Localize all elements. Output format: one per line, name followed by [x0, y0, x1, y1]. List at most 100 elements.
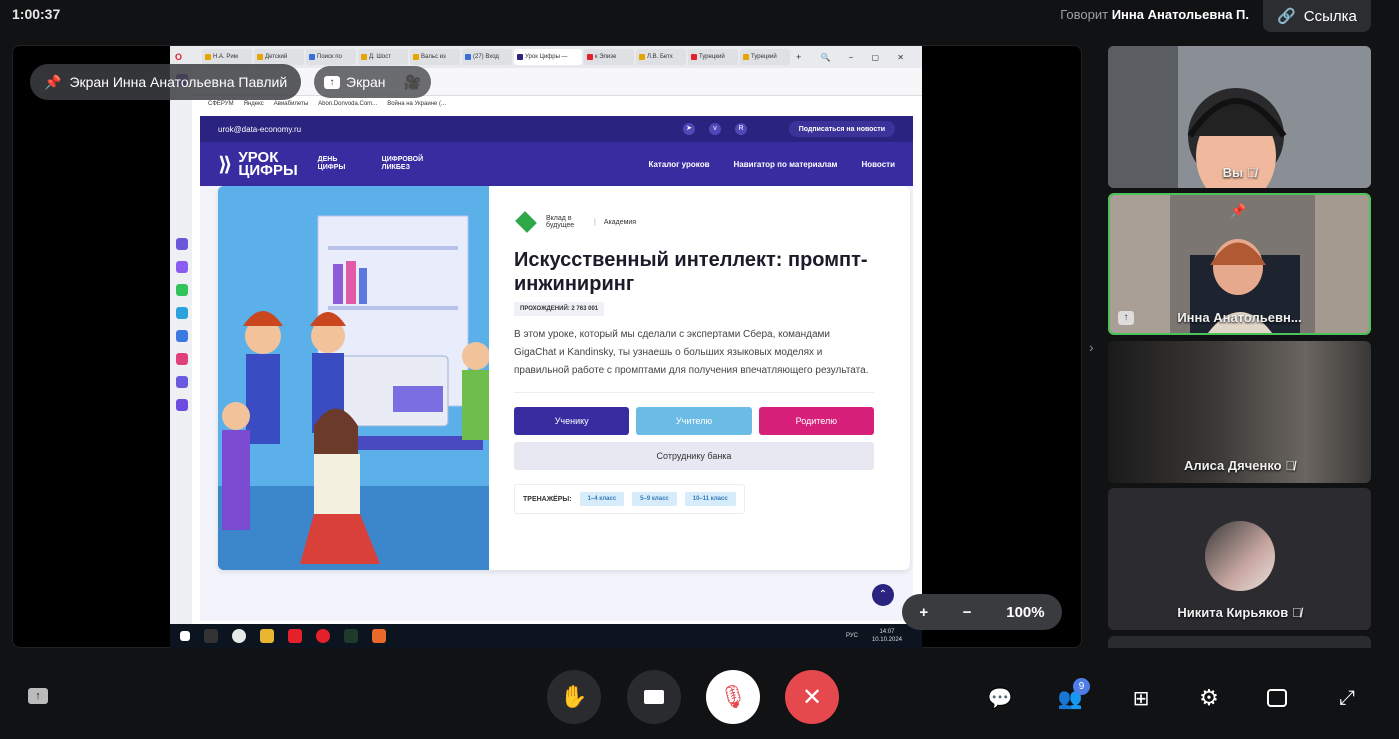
participant-tile[interactable]: Алиса Дяченко 🎙̸ [1108, 341, 1371, 483]
zoom-in-button[interactable]: + [919, 604, 928, 621]
browser-tab[interactable]: Поиск по [306, 49, 356, 65]
clock[interactable]: 14:07 10.10.2024 [872, 628, 902, 644]
partner-vklad: Вклад в будущее [546, 215, 575, 229]
taskview-icon[interactable] [204, 629, 218, 643]
zoom-out-button[interactable]: − [963, 604, 972, 621]
telegram-icon[interactable]: ➤ [683, 123, 695, 135]
telegram-icon[interactable] [176, 307, 188, 319]
browser-tab-active[interactable]: Урок Цифры — [514, 49, 582, 65]
bookmark[interactable]: Авиабилеты [274, 101, 308, 107]
trainer-chip[interactable]: 1–4 класс [579, 492, 625, 506]
browser-tab[interactable]: Н.А. Рим [202, 49, 252, 65]
chevron-right-icon[interactable]: › [1089, 339, 1094, 355]
opera-icon[interactable] [316, 629, 330, 643]
bookmark[interactable]: Яндекс [244, 101, 264, 107]
nav-navigator[interactable]: Навигатор по материалам [734, 160, 838, 169]
hand-icon: ✋ [560, 684, 588, 709]
browser-tab[interactable]: к Элизе [584, 49, 634, 65]
browser-tab[interactable]: Л.В. Бетх [636, 49, 686, 65]
fullscreen-button[interactable]: ⤢ [1333, 684, 1361, 712]
browser-tab[interactable]: Вальс из [410, 49, 460, 65]
aria-icon[interactable] [176, 238, 188, 250]
vk-icon[interactable]: v [709, 123, 721, 135]
copy-link-button[interactable]: 🔗 Ссылка [1263, 0, 1371, 32]
nav-news[interactable]: Новости [861, 160, 895, 169]
rutube-icon[interactable]: R [735, 123, 747, 135]
camera-button[interactable] [627, 670, 681, 724]
app-icon[interactable] [344, 629, 358, 643]
bookmark[interactable]: Abon.Donvoda.Com... [318, 101, 377, 107]
browser-sidebar [170, 68, 192, 628]
start-icon[interactable] [180, 631, 190, 641]
settings-button[interactable]: ⚙ [1195, 684, 1223, 712]
app-icon[interactable] [372, 629, 386, 643]
lesson-description: В этом уроке, который мы сделали с экспе… [514, 329, 869, 376]
logo-sub-likbez: ЦИФРОВОЙ ЛИКБЕЗ [381, 156, 424, 171]
close-icon: ✕ [801, 683, 823, 711]
site-email[interactable]: urok@data-economy.ru [218, 125, 301, 134]
site-navbar: ⟫ УРОК ЦИФРЫ ДЕНЬ ЦИФРЫ ЦИФРОВОЙ ЛИКБЕЗ К… [200, 142, 913, 186]
layout-grid-button[interactable]: ⊞ [1127, 684, 1155, 712]
logo-sub-day: ДЕНЬ ЦИФРЫ [317, 156, 346, 171]
site-nav-links: Каталог уроков Навигатор по материалам Н… [648, 160, 895, 169]
raise-hand-button[interactable]: ✋ [547, 670, 601, 724]
share-screen-icon[interactable]: ↑ [28, 688, 48, 704]
site-logo[interactable]: ⟫ УРОК ЦИФРЫ ДЕНЬ ЦИФРЫ ЦИФРОВОЙ ЛИКБЕЗ [218, 150, 432, 178]
window-controls[interactable]: 🔍 − ▢ ✕ [820, 53, 912, 62]
browser-tab[interactable]: (27) Вход [462, 49, 512, 65]
participant-tile-self[interactable]: Вы 🎙̸ [1108, 46, 1371, 188]
bank-employee-button[interactable]: Сотруднику банка [514, 442, 874, 470]
pin-icon: 📌 [44, 73, 62, 90]
music-icon[interactable] [176, 376, 188, 388]
speaking-indicator: Говорит Инна Анатольевна П. [1060, 7, 1249, 22]
chat-icon: 💬 [987, 687, 1013, 710]
participant-tile-active[interactable]: 📌 ↑ Инна Анатольевн... [1108, 193, 1371, 335]
chat-button[interactable]: 💬 [986, 684, 1014, 712]
messenger-icon[interactable] [176, 261, 188, 273]
browser-tab[interactable]: Д. Шост [358, 49, 408, 65]
scroll-up-button[interactable]: ⌃ [872, 584, 894, 606]
folder-icon[interactable] [260, 629, 274, 643]
windows-taskbar: РУС 14:07 10.10.2024 [170, 624, 922, 648]
trainer-chip[interactable]: 5–9 класс [632, 492, 677, 506]
student-button[interactable]: Ученику [514, 407, 630, 435]
shared-screen: O Н.А. Рим Детский Поиск по Д. Шост Валь… [170, 46, 922, 648]
lesson-card: Вклад в будущее | Академия Искусственный… [218, 186, 910, 570]
pinned-screen-label[interactable]: 📌 Экран Инна Анатольевна Павлий [30, 64, 302, 100]
picture-in-picture-button[interactable] [1263, 684, 1291, 712]
zoom-value: 100% [1006, 603, 1045, 621]
end-call-button[interactable]: ✕ [785, 670, 839, 724]
yandex-icon[interactable] [288, 629, 302, 643]
trainer-chip[interactable]: 10–11 класс [684, 492, 736, 506]
parent-button[interactable]: Родителю [758, 407, 874, 435]
new-tab-icon[interactable]: + [796, 52, 801, 62]
participant-name: Никита Кирьяков 🎙̸ [1177, 605, 1302, 620]
browser-tab[interactable]: Детский [254, 49, 304, 65]
instagram-icon[interactable] [176, 353, 188, 365]
pin-icon[interactable]: 📌 [1230, 203, 1246, 219]
passes-badge: ПРОХОЖДЕНИЙ: 2 763 001 [514, 302, 605, 316]
vk-icon[interactable] [176, 330, 188, 342]
lesson-content: Вклад в будущее | Академия Искусственный… [514, 211, 874, 514]
pip-icon [1267, 689, 1287, 707]
teacher-button[interactable]: Учителю [636, 407, 752, 435]
participant-tile[interactable]: Никита Кирьяков 🎙̸ [1108, 488, 1371, 630]
lesson-title: Искусственный интеллект: промпт-инжинири… [514, 249, 868, 295]
link-icon: 🔗 [1277, 8, 1296, 25]
bookmark[interactable]: СФЕРУМ [208, 101, 234, 107]
yandex-browser-icon[interactable] [232, 629, 246, 643]
browser-tab[interactable]: Турецкий [688, 49, 738, 65]
link-label: Ссылка [1303, 7, 1357, 25]
bookmark[interactable]: Война на Украине (... [387, 101, 446, 107]
grid-icon: ⊞ [1132, 687, 1150, 710]
player-icon[interactable] [176, 399, 188, 411]
nav-catalog[interactable]: Каталог уроков [648, 160, 709, 169]
subscribe-button[interactable]: Подписаться на новости [788, 121, 895, 137]
website-page: urok@data-economy.ru ➤ v R Подписаться н… [200, 116, 913, 621]
lang-indicator[interactable]: РУС [846, 633, 858, 639]
browser-tab[interactable]: Турецкий [740, 49, 790, 65]
screen-source-pill[interactable]: ↑ Экран 🎥 [314, 66, 431, 98]
microphone-button[interactable]: 🎙 [706, 670, 760, 724]
whatsapp-icon[interactable] [176, 284, 188, 296]
browser-address-bar[interactable] [192, 68, 922, 96]
